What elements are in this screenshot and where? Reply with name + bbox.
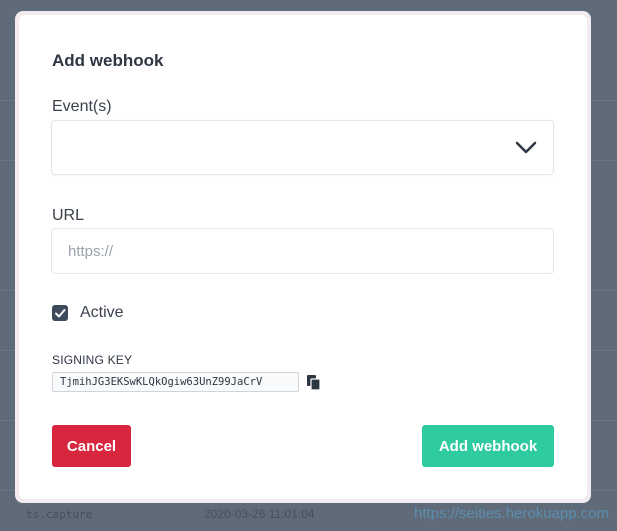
add-webhook-modal: Add webhook Event(s) URL Active SIGNING … — [19, 15, 587, 499]
cancel-button[interactable]: Cancel — [52, 425, 131, 467]
bg-link: https://seities.herokuapp.com — [414, 505, 610, 522]
url-input[interactable] — [51, 228, 554, 274]
signing-key-label: SIGNING KEY — [52, 353, 133, 367]
bg-timestamp: 2020-03-26 11:01:04 — [204, 507, 315, 521]
modal-title: Add webhook — [52, 51, 164, 70]
add-webhook-button[interactable]: Add webhook — [422, 425, 554, 467]
signing-key-field[interactable]: TjmihJG3EKSwKLQkOgiw63UnZ99JaCrV — [52, 372, 299, 392]
chevron-down-icon — [515, 141, 537, 154]
check-icon — [55, 309, 66, 318]
events-select[interactable] — [51, 120, 554, 175]
active-label: Active — [80, 304, 124, 321]
modal-overlay-frame: Add webhook Event(s) URL Active SIGNING … — [15, 11, 591, 503]
active-checkbox[interactable] — [52, 305, 68, 321]
bg-event-name: ts.capture — [26, 508, 93, 521]
events-label: Event(s) — [52, 98, 112, 115]
url-label: URL — [52, 207, 85, 224]
copy-icon[interactable] — [306, 374, 322, 392]
